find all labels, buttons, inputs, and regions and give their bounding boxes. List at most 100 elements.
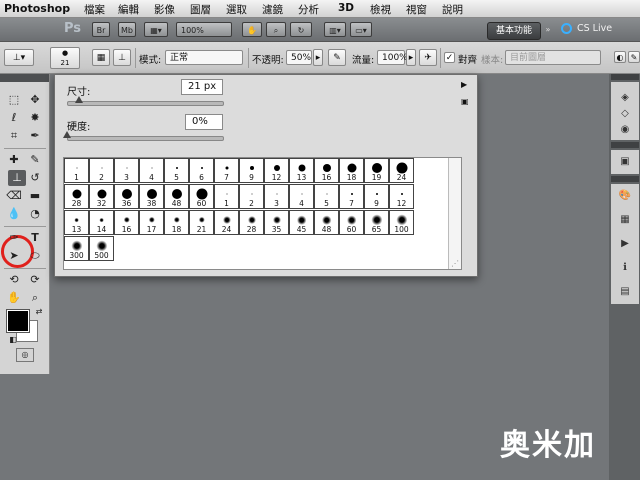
workspace-button[interactable]: 基本功能 [487,22,541,40]
brush-preset-cell[interactable]: 48 [164,184,189,209]
dock-header[interactable] [611,142,639,148]
menu-3d[interactable]: 3D [338,2,354,14]
opacity-field[interactable]: 50% [286,50,312,65]
new-preset-icon[interactable]: ▣ [461,97,469,106]
arrange-documents-button[interactable]: ▥▾ [324,22,346,37]
size-slider-track[interactable] [67,101,224,106]
brush-preset-cell[interactable]: 28 [239,210,264,235]
brush-preset-cell[interactable]: 60 [189,184,214,209]
app-menu[interactable]: Photoshop [4,2,70,15]
airbrush-icon[interactable]: ✈ [419,49,437,66]
brush-preset-cell[interactable]: 5 [164,158,189,183]
menu-view[interactable]: 檢視 [370,2,391,17]
actions-panel-icon[interactable]: ▶ [618,238,632,250]
brush-preset-cell[interactable]: 1 [214,184,239,209]
eraser-tool-icon[interactable]: ⌫ [5,188,23,204]
3d-orbit-tool-icon[interactable]: ⟳ [26,272,44,288]
size-field[interactable]: 21 px [181,79,223,95]
history-brush-tool-icon[interactable]: ↺ [26,170,44,186]
size-slider-thumb[interactable] [75,96,84,103]
resize-grip-icon[interactable]: ⋰ [451,259,459,268]
hardness-slider-track[interactable] [67,136,224,141]
brush-preset-cell[interactable]: 12 [389,184,414,209]
menu-select[interactable]: 選取 [226,2,247,17]
brush-preset-cell[interactable]: 24 [389,158,414,183]
info-panel-icon[interactable]: ℹ [618,262,632,274]
menu-file[interactable]: 檔案 [84,2,105,17]
brush-preset-cell[interactable]: 500 [89,236,114,261]
brush-preset-cell[interactable]: 18 [164,210,189,235]
opacity-slider-icon[interactable]: ▸ [313,49,323,66]
brush-preset-cell[interactable]: 12 [264,158,289,183]
brush-preset-cell[interactable]: 28 [64,184,89,209]
brush-preset-cell[interactable]: 2 [89,158,114,183]
brush-preset-cell[interactable]: 60 [339,210,364,235]
layers-panel-icon[interactable]: ◈ [618,92,632,104]
pressure-opacity-icon[interactable]: ✎ [328,49,346,66]
type-tool-icon[interactable]: T [26,230,44,246]
shape-tool-icon[interactable]: ⬭ [26,248,44,264]
brush-preset-cell[interactable]: 7 [214,158,239,183]
path-selection-tool-icon[interactable]: ➤ [5,248,23,264]
brush-preset-cell[interactable]: 300 [64,236,89,261]
ignore-adjustment-layers-icon[interactable]: ◐ [614,51,626,63]
brush-panel-toggle-icon[interactable]: ▦ [92,49,110,66]
hand-tool-button[interactable]: ✋ [242,22,262,37]
move-tool-icon[interactable]: ✥ [26,92,44,108]
pen-tool-icon[interactable]: ✑ [5,230,23,246]
pressure-size-icon[interactable]: ✎ [628,51,640,63]
clone-source-panel-icon[interactable]: ⊥ [113,49,131,66]
eyedropper-tool-icon[interactable]: ✒ [26,128,44,144]
hand-tool-icon[interactable]: ✋ [5,290,23,306]
swap-colors-icon[interactable]: ⇄ [30,304,48,320]
dock-header[interactable] [611,176,639,182]
brush-tool-icon[interactable]: ✎ [26,152,44,168]
crop-tool-icon[interactable]: ⌗ [5,128,23,144]
brush-preset-cell[interactable]: 1 [64,158,89,183]
marquee-tool-icon[interactable]: ⬚ [5,92,23,108]
brush-preset-cell[interactable]: 24 [214,210,239,235]
brush-preset-picker[interactable]: ● 21 [50,47,80,69]
sample-select[interactable]: 目前圖層 [505,50,601,65]
flow-field[interactable]: 100% [377,50,408,65]
menu-layer[interactable]: 圖層 [190,2,211,17]
brush-preset-cell[interactable]: 21 [189,210,214,235]
mode-select[interactable]: 正常 [165,50,243,65]
brush-preset-cell[interactable]: 4 [139,158,164,183]
aligned-checkbox[interactable]: ✓ [444,52,455,63]
brush-preset-cell[interactable]: 19 [364,158,389,183]
quick-mask-icon[interactable]: ◎ [16,348,34,362]
brush-preset-cell[interactable]: 14 [89,210,114,235]
channels-panel-icon[interactable]: ◇ [618,108,632,120]
brush-preset-cell[interactable]: 65 [364,210,389,235]
brush-preset-cell[interactable]: 13 [289,158,314,183]
screen-mode-button[interactable]: ▭▾ [350,22,372,37]
brush-preset-cell[interactable]: 17 [139,210,164,235]
brush-preset-cell[interactable]: 7 [339,184,364,209]
brush-preset-cell[interactable]: 3 [264,184,289,209]
rotate-view-button[interactable]: ↻ [290,22,312,37]
brush-preset-cell[interactable]: 4 [289,184,314,209]
brush-preset-cell[interactable]: 38 [139,184,164,209]
mini-bridge-button[interactable]: Mb [118,22,136,37]
brush-preset-cell[interactable]: 45 [289,210,314,235]
brush-preset-cell[interactable]: 16 [114,210,139,235]
brush-preset-cell[interactable]: 16 [314,158,339,183]
color-panel-icon[interactable]: 🎨 [618,190,632,202]
toolbox-header[interactable] [0,74,49,82]
quick-selection-tool-icon[interactable]: ✸ [26,110,44,126]
presets-scrollbar[interactable] [448,158,461,269]
history-panel-icon[interactable]: ▤ [618,286,632,298]
dock-header[interactable] [611,74,639,80]
brush-preset-cell[interactable]: 5 [314,184,339,209]
bridge-button[interactable]: Br [92,22,110,37]
3d-rotate-tool-icon[interactable]: ⟲ [5,272,23,288]
paths-panel-icon[interactable]: ◉ [618,124,632,136]
view-extras-button[interactable]: ▦▾ [144,22,168,37]
brush-preset-cell[interactable]: 2 [239,184,264,209]
hardness-slider-thumb[interactable] [63,131,71,138]
brush-preset-cell[interactable]: 3 [114,158,139,183]
brush-preset-cell[interactable]: 9 [364,184,389,209]
zoom-level-select[interactable]: 100% [176,22,232,37]
menu-analysis[interactable]: 分析 [298,2,319,17]
